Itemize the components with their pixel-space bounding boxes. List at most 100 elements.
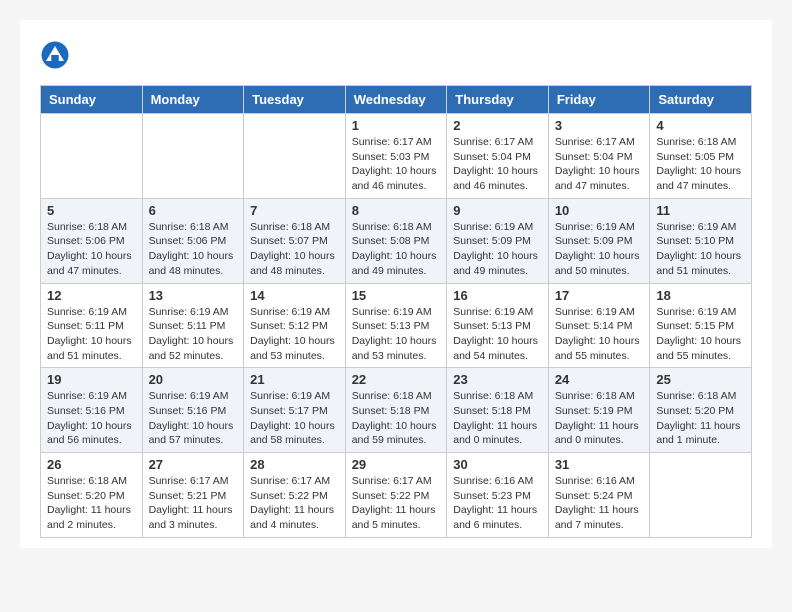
day-number: 13	[149, 288, 238, 303]
calendar-cell: 19 Sunrise: 6:19 AMSunset: 5:16 PMDayligh…	[41, 368, 143, 453]
calendar-cell: 17 Sunrise: 6:19 AMSunset: 5:14 PMDayligh…	[548, 283, 650, 368]
calendar-cell: 1 Sunrise: 6:17 AMSunset: 5:03 PMDaylight…	[345, 114, 447, 199]
week-row-2: 5 Sunrise: 6:18 AMSunset: 5:06 PMDaylight…	[41, 198, 752, 283]
day-info: Sunrise: 6:18 AMSunset: 5:06 PMDaylight:…	[47, 220, 136, 279]
day-number: 2	[453, 118, 542, 133]
calendar-cell: 29 Sunrise: 6:17 AMSunset: 5:22 PMDayligh…	[345, 453, 447, 538]
day-number: 27	[149, 457, 238, 472]
day-number: 9	[453, 203, 542, 218]
calendar-cell: 14Sunrise: 6:19 AMSunset: 5:12 PMDayligh…	[244, 283, 346, 368]
calendar-cell	[41, 114, 143, 199]
day-info: Sunrise: 6:18 AMSunset: 5:18 PMDaylight:…	[352, 389, 441, 448]
day-info: Sunrise: 6:17 AMSunset: 5:22 PMDaylight:…	[352, 474, 441, 533]
calendar-cell: 6Sunrise: 6:18 AMSunset: 5:06 PMDaylight…	[142, 198, 244, 283]
weekday-header-saturday: Saturday	[650, 86, 752, 114]
day-info: Sunrise: 6:18 AMSunset: 5:20 PMDaylight:…	[656, 389, 745, 448]
day-number: 12	[47, 288, 136, 303]
calendar-cell: 26Sunrise: 6:18 AMSunset: 5:20 PMDayligh…	[41, 453, 143, 538]
day-number: 17	[555, 288, 644, 303]
weekday-header-friday: Friday	[548, 86, 650, 114]
day-number: 15	[352, 288, 441, 303]
day-info: Sunrise: 6:19 AMSunset: 5:14 PMDaylight:…	[555, 305, 644, 364]
calendar-cell: 11 Sunrise: 6:19 AMSunset: 5:10 PMDayligh…	[650, 198, 752, 283]
day-info: Sunrise: 6:18 AMSunset: 5:07 PMDaylight:…	[250, 220, 339, 279]
calendar-table: SundayMondayTuesdayWednesdayThursdayFrid…	[40, 85, 752, 538]
day-info: Sunrise: 6:18 AMSunset: 5:05 PMDaylight:…	[656, 135, 745, 194]
day-number: 16	[453, 288, 542, 303]
calendar-cell: 31Sunrise: 6:16 AMSunset: 5:24 PMDayligh…	[548, 453, 650, 538]
day-info: Sunrise: 6:18 AMSunset: 5:20 PMDaylight:…	[47, 474, 136, 533]
day-number: 28	[250, 457, 339, 472]
day-number: 30	[453, 457, 542, 472]
calendar-cell: 18 Sunrise: 6:19 AMSunset: 5:15 PMDayligh…	[650, 283, 752, 368]
calendar-cell: 24 Sunrise: 6:18 AMSunset: 5:19 PMDayligh…	[548, 368, 650, 453]
day-number: 3	[555, 118, 644, 133]
calendar-cell: 10Sunrise: 6:19 AMSunset: 5:09 PMDayligh…	[548, 198, 650, 283]
week-row-4: 19 Sunrise: 6:19 AMSunset: 5:16 PMDayligh…	[41, 368, 752, 453]
calendar-cell: 27 Sunrise: 6:17 AMSunset: 5:21 PMDayligh…	[142, 453, 244, 538]
calendar-cell: 23 Sunrise: 6:18 AMSunset: 5:18 PMDayligh…	[447, 368, 549, 453]
day-number: 22	[352, 372, 441, 387]
logo-icon	[40, 40, 70, 70]
calendar-cell: 3 Sunrise: 6:17 AMSunset: 5:04 PMDaylight…	[548, 114, 650, 199]
day-info: Sunrise: 6:17 AMSunset: 5:21 PMDaylight:…	[149, 474, 238, 533]
day-info: Sunrise: 6:19 AMSunset: 5:09 PMDaylight:…	[453, 220, 542, 279]
calendar-cell: 22 Sunrise: 6:18 AMSunset: 5:18 PMDayligh…	[345, 368, 447, 453]
day-number: 29	[352, 457, 441, 472]
logo	[40, 40, 74, 70]
day-info: Sunrise: 6:18 AMSunset: 5:18 PMDaylight:…	[453, 389, 542, 448]
day-info: Sunrise: 6:19 AMSunset: 5:13 PMDaylight:…	[352, 305, 441, 364]
day-number: 1	[352, 118, 441, 133]
day-info: Sunrise: 6:19 AMSunset: 5:12 PMDaylight:…	[250, 305, 339, 364]
day-number: 5	[47, 203, 136, 218]
day-info: Sunrise: 6:19 AMSunset: 5:16 PMDaylight:…	[149, 389, 238, 448]
day-info: Sunrise: 6:19 AMSunset: 5:11 PMDaylight:…	[149, 305, 238, 364]
calendar-cell: 5 Sunrise: 6:18 AMSunset: 5:06 PMDaylight…	[41, 198, 143, 283]
day-info: Sunrise: 6:19 AMSunset: 5:16 PMDaylight:…	[47, 389, 136, 448]
calendar-cell: 12 Sunrise: 6:19 AMSunset: 5:11 PMDayligh…	[41, 283, 143, 368]
weekday-header-tuesday: Tuesday	[244, 86, 346, 114]
day-info: Sunrise: 6:19 AMSunset: 5:10 PMDaylight:…	[656, 220, 745, 279]
calendar-cell: 13 Sunrise: 6:19 AMSunset: 5:11 PMDayligh…	[142, 283, 244, 368]
day-number: 19	[47, 372, 136, 387]
day-info: Sunrise: 6:19 AMSunset: 5:11 PMDaylight:…	[47, 305, 136, 364]
calendar-cell: 2 Sunrise: 6:17 AMSunset: 5:04 PMDaylight…	[447, 114, 549, 199]
calendar-cell: 15 Sunrise: 6:19 AMSunset: 5:13 PMDayligh…	[345, 283, 447, 368]
day-number: 25	[656, 372, 745, 387]
calendar-container: SundayMondayTuesdayWednesdayThursdayFrid…	[20, 20, 772, 548]
day-number: 11	[656, 203, 745, 218]
day-info: Sunrise: 6:19 AMSunset: 5:15 PMDaylight:…	[656, 305, 745, 364]
day-info: Sunrise: 6:17 AMSunset: 5:04 PMDaylight:…	[453, 135, 542, 194]
calendar-cell	[142, 114, 244, 199]
calendar-header	[40, 40, 752, 70]
calendar-cell	[244, 114, 346, 199]
day-number: 6	[149, 203, 238, 218]
weekday-header-monday: Monday	[142, 86, 244, 114]
weekday-header-row: SundayMondayTuesdayWednesdayThursdayFrid…	[41, 86, 752, 114]
calendar-cell: 7 Sunrise: 6:18 AMSunset: 5:07 PMDaylight…	[244, 198, 346, 283]
day-number: 20	[149, 372, 238, 387]
calendar-cell: 28 Sunrise: 6:17 AMSunset: 5:22 PMDayligh…	[244, 453, 346, 538]
day-number: 21	[250, 372, 339, 387]
day-info: Sunrise: 6:18 AMSunset: 5:19 PMDaylight:…	[555, 389, 644, 448]
day-info: Sunrise: 6:17 AMSunset: 5:03 PMDaylight:…	[352, 135, 441, 194]
day-number: 23	[453, 372, 542, 387]
week-row-1: 1 Sunrise: 6:17 AMSunset: 5:03 PMDaylight…	[41, 114, 752, 199]
calendar-cell: 8 Sunrise: 6:18 AMSunset: 5:08 PMDaylight…	[345, 198, 447, 283]
day-info: Sunrise: 6:19 AMSunset: 5:13 PMDaylight:…	[453, 305, 542, 364]
day-info: Sunrise: 6:19 AMSunset: 5:09 PMDaylight:…	[555, 220, 644, 279]
calendar-cell: 20 Sunrise: 6:19 AMSunset: 5:16 PMDayligh…	[142, 368, 244, 453]
calendar-cell: 30 Sunrise: 6:16 AMSunset: 5:23 PMDayligh…	[447, 453, 549, 538]
day-info: Sunrise: 6:16 AMSunset: 5:23 PMDaylight:…	[453, 474, 542, 533]
calendar-cell: 4Sunrise: 6:18 AMSunset: 5:05 PMDaylight…	[650, 114, 752, 199]
day-number: 18	[656, 288, 745, 303]
calendar-cell: 25 Sunrise: 6:18 AMSunset: 5:20 PMDayligh…	[650, 368, 752, 453]
day-info: Sunrise: 6:17 AMSunset: 5:22 PMDaylight:…	[250, 474, 339, 533]
day-number: 7	[250, 203, 339, 218]
day-info: Sunrise: 6:18 AMSunset: 5:08 PMDaylight:…	[352, 220, 441, 279]
day-info: Sunrise: 6:17 AMSunset: 5:04 PMDaylight:…	[555, 135, 644, 194]
weekday-header-sunday: Sunday	[41, 86, 143, 114]
day-number: 24	[555, 372, 644, 387]
weekday-header-thursday: Thursday	[447, 86, 549, 114]
day-number: 8	[352, 203, 441, 218]
